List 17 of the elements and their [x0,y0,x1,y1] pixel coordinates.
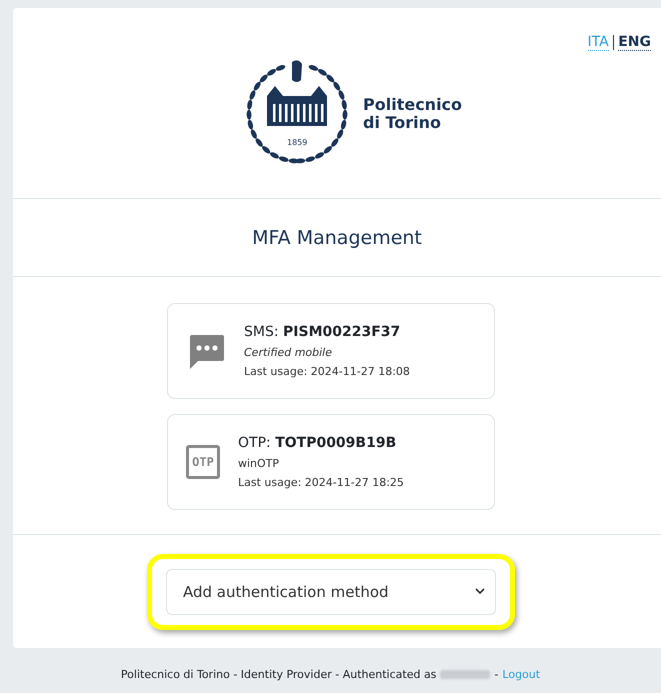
founding-year: 1859 [287,138,308,147]
logo-wordmark: Politecnico di Torino [363,96,462,132]
method-description: Certified mobile [244,346,333,359]
footer-text: Politecnico di Torino - Identity Provider - Authenticated as [120,668,436,681]
divider [612,35,614,50]
page-title: MFA Management [252,226,422,248]
method-title: SMS: PISM00223F37 [244,324,402,340]
chevron-down-icon [475,588,485,595]
method-description: winOTP [238,457,280,470]
language-link[interactable]: ENG [618,34,651,51]
otp-icon: OTP [186,445,220,479]
method-title: OTP: TOTP0009B19B [238,435,398,451]
redacted-username [440,670,490,679]
footer-separator: - [494,668,498,681]
add-method-select[interactable]: Add authentication method [166,568,496,614]
last-usage: Last usage: 2024-11-27 18:25 [238,476,404,489]
last-usage: Last usage: 2024-11-27 18:08 [244,365,410,378]
